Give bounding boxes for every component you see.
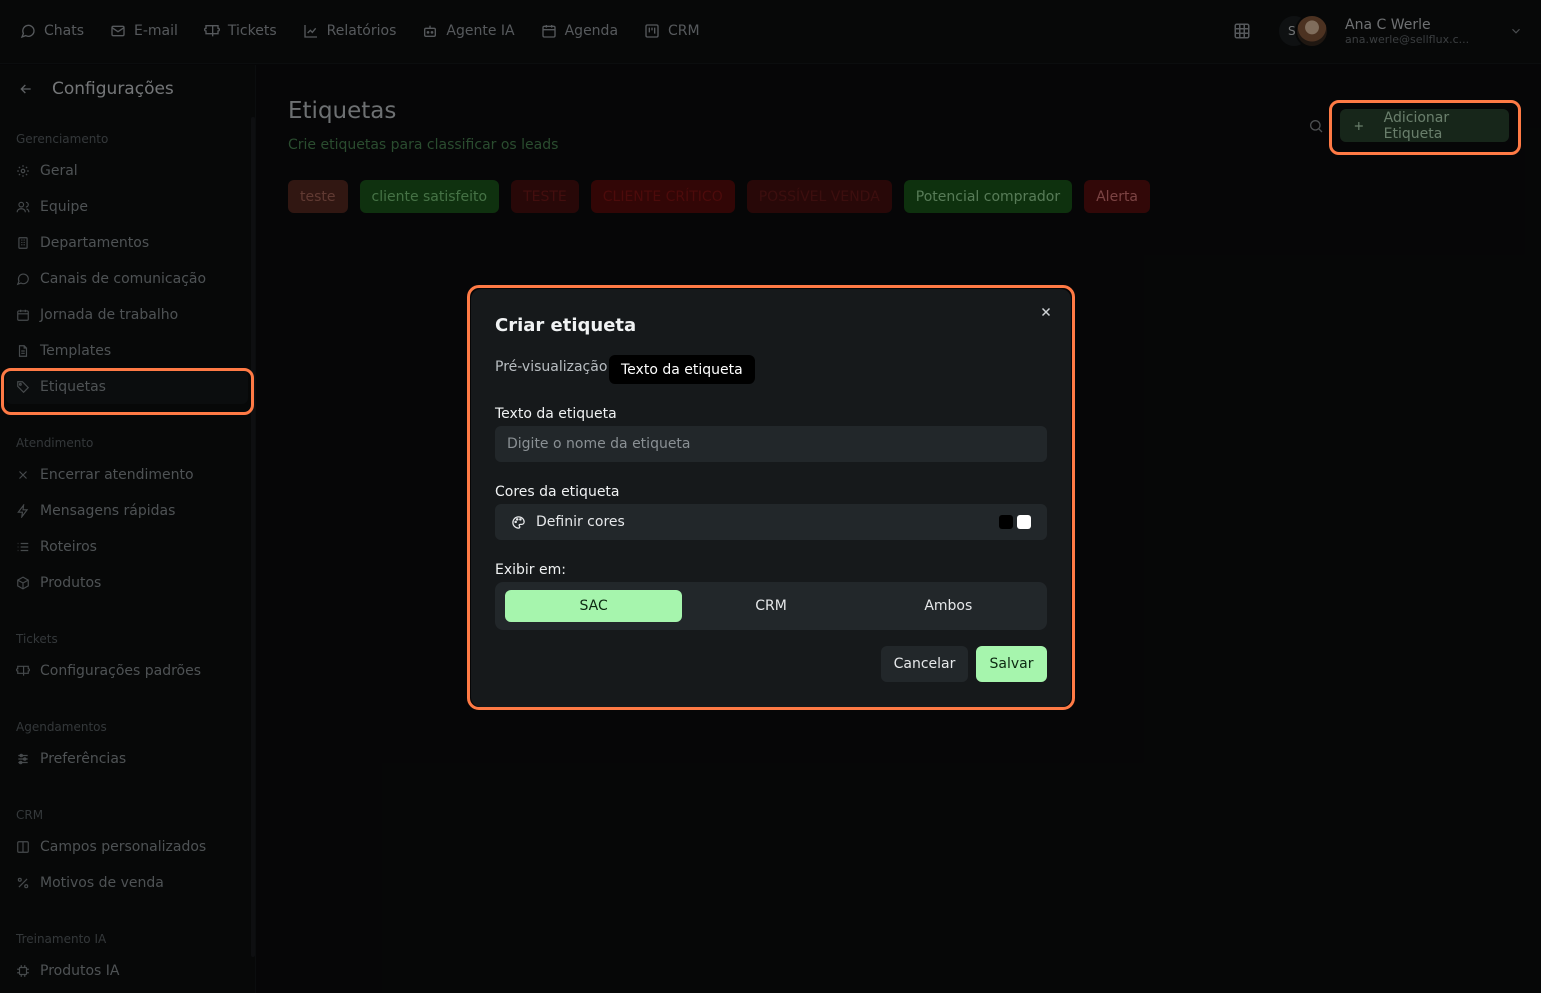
text-color-swatch [999, 515, 1013, 529]
display-in-segmented-control: SAC CRM Ambos [495, 582, 1047, 630]
cancel-button[interactable]: Cancelar [881, 646, 968, 682]
display-in-label: Exibir em: [495, 562, 566, 578]
define-colors-label: Definir cores [536, 514, 625, 530]
tag-text-label: Texto da etiqueta [495, 406, 617, 422]
option-ambos[interactable]: Ambos [860, 590, 1037, 622]
save-button[interactable]: Salvar [976, 646, 1047, 682]
create-tag-dialog: Criar etiqueta Pré-visualização Texto da… [471, 289, 1071, 707]
option-sac[interactable]: SAC [505, 590, 683, 622]
color-swatches [999, 515, 1031, 529]
tag-text-input[interactable] [495, 426, 1047, 462]
preview-label: Pré-visualização [495, 359, 608, 375]
define-colors-button[interactable]: Definir cores [495, 504, 1047, 540]
palette-icon [512, 515, 525, 529]
dialog-title: Criar etiqueta [495, 315, 637, 336]
close-icon[interactable] [1039, 305, 1053, 319]
background-color-swatch [1017, 515, 1031, 529]
option-crm[interactable]: CRM [682, 590, 859, 622]
tag-preview: Texto da etiqueta [609, 355, 755, 384]
tag-colors-label: Cores da etiqueta [495, 484, 620, 500]
